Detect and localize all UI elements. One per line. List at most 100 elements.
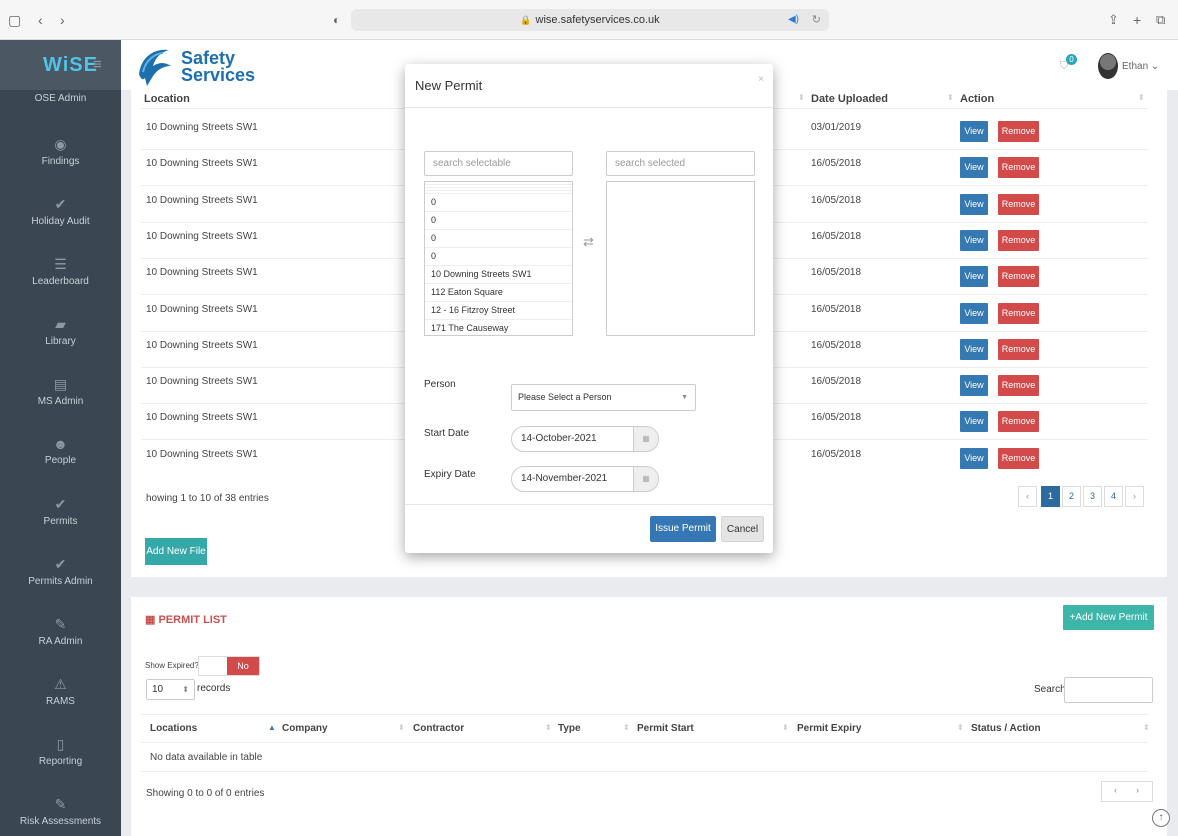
sort-icon[interactable]: ⬍: [398, 723, 405, 732]
sort-icon[interactable]: ⬍: [947, 93, 954, 102]
column-header-action[interactable]: Action: [960, 93, 994, 105]
list-item[interactable]: 0: [425, 212, 572, 230]
view-button[interactable]: View: [960, 230, 988, 251]
remove-button[interactable]: Remove: [998, 375, 1039, 396]
pager-prev[interactable]: ‹: [1018, 486, 1037, 507]
cancel-button[interactable]: Cancel: [721, 516, 764, 542]
remove-button[interactable]: Remove: [998, 448, 1039, 469]
calendar-icon[interactable]: ▦: [633, 427, 658, 451]
remove-button[interactable]: Remove: [998, 339, 1039, 360]
column-header-status-action[interactable]: Status / Action: [971, 723, 1041, 734]
forward-icon[interactable]: ›: [60, 12, 65, 28]
share-icon[interactable]: ⇪: [1108, 12, 1119, 28]
pager-page-3[interactable]: 3: [1083, 486, 1102, 507]
pager-page-2[interactable]: 2: [1062, 486, 1081, 507]
sidebar-item-ms-admin[interactable]: ▤ MS Admin: [0, 376, 121, 407]
list-item[interactable]: 0: [425, 230, 572, 248]
list-item[interactable]: 112 Eaton Square: [425, 284, 572, 302]
start-date-field[interactable]: 14-October-2021 ▦: [511, 426, 659, 452]
show-expired-toggle[interactable]: No: [198, 656, 260, 676]
sidebar-item-permits-admin[interactable]: ✔ Permits Admin: [0, 556, 121, 587]
shield-icon[interactable]: ◐: [333, 12, 340, 28]
view-button[interactable]: View: [960, 157, 988, 178]
column-header-contractor[interactable]: Contractor: [413, 723, 464, 734]
view-button[interactable]: View: [960, 339, 988, 360]
sort-icon[interactable]: ⬍: [1138, 93, 1145, 102]
sidebar-item-reporting[interactable]: ▯ Reporting: [0, 736, 121, 767]
list-item[interactable]: 10 Downing Streets SW1: [425, 266, 572, 284]
search-input[interactable]: [1064, 677, 1153, 703]
close-icon[interactable]: ×: [758, 74, 764, 85]
sort-icon[interactable]: ⬍: [623, 723, 630, 732]
sidebar-item-holiday-audit[interactable]: ✔ Holiday Audit: [0, 196, 121, 227]
reload-icon[interactable]: ↻: [812, 9, 821, 31]
pager-prev[interactable]: ‹: [1114, 785, 1117, 795]
sidebar-item-ose-admin[interactable]: OSE Admin: [0, 93, 121, 104]
search-selectable-input[interactable]: search selectable: [424, 151, 573, 176]
selected-list[interactable]: [606, 181, 755, 336]
notification-button[interactable]: ⛉ 0: [1060, 54, 1077, 72]
sort-icon[interactable]: ⬍: [545, 723, 552, 732]
sidebar-item-library[interactable]: ▰ Library: [0, 316, 121, 347]
selectable-list[interactable]: 0 0 0 0 10 Downing Streets SW1 112 Eaton…: [424, 181, 573, 336]
remove-button[interactable]: Remove: [998, 157, 1039, 178]
list-item[interactable]: 0: [425, 194, 572, 212]
scroll-to-top-icon[interactable]: ↑: [1152, 809, 1170, 827]
pager-next[interactable]: ›: [1125, 486, 1144, 507]
issue-permit-button[interactable]: Issue Permit: [650, 516, 716, 542]
search-selected-input[interactable]: search selected: [606, 151, 755, 176]
sort-icon[interactable]: ⬍: [957, 723, 964, 732]
sidebar-item-rams[interactable]: ⚠ RAMS: [0, 676, 121, 707]
list-item[interactable]: 12 - 16 Fitzroy Street: [425, 302, 572, 320]
column-header-permit-start[interactable]: Permit Start: [637, 723, 694, 734]
sort-icon[interactable]: ⬍: [798, 93, 805, 102]
sidebar-item-people[interactable]: ☻ People: [0, 436, 121, 466]
back-icon[interactable]: ‹: [38, 12, 43, 28]
pager-page-1[interactable]: 1: [1041, 486, 1060, 507]
column-header-location[interactable]: Location: [144, 93, 190, 105]
new-tab-icon[interactable]: +: [1133, 12, 1141, 28]
column-header-company[interactable]: Company: [282, 723, 328, 734]
remove-button[interactable]: Remove: [998, 230, 1039, 251]
sidebar-icon[interactable]: ▢: [8, 12, 21, 28]
view-button[interactable]: View: [960, 411, 988, 432]
sidebar-item-leaderboard[interactable]: ☰ Leaderboard: [0, 256, 121, 287]
remove-button[interactable]: Remove: [998, 266, 1039, 287]
records-per-page-select[interactable]: 10 ⬍: [146, 679, 195, 700]
list-item[interactable]: 0: [425, 248, 572, 266]
view-button[interactable]: View: [960, 448, 988, 469]
expiry-date-field[interactable]: 14-November-2021 ▦: [511, 466, 659, 492]
pager-page-4[interactable]: 4: [1104, 486, 1123, 507]
remove-button[interactable]: Remove: [998, 194, 1039, 215]
speaker-icon[interactable]: ◀): [788, 9, 799, 31]
view-button[interactable]: View: [960, 121, 988, 142]
view-button[interactable]: View: [960, 266, 988, 287]
person-select[interactable]: Please Select a Person ▼: [511, 384, 696, 411]
sidebar-item-ra-admin[interactable]: ✎ RA Admin: [0, 616, 121, 647]
add-new-permit-button[interactable]: +Add New Permit: [1063, 605, 1154, 630]
view-button[interactable]: View: [960, 303, 988, 324]
list-item[interactable]: 171 The Causeway: [425, 320, 572, 335]
column-header-type[interactable]: Type: [558, 723, 581, 734]
sort-icon[interactable]: ⬍: [1143, 723, 1150, 732]
pager-next[interactable]: ›: [1136, 785, 1139, 795]
address-bar[interactable]: 🔒 wise.safetyservices.co.uk ◀) ↻: [351, 9, 829, 31]
remove-button[interactable]: Remove: [998, 411, 1039, 432]
sidebar-item-findings[interactable]: ◉ Findings: [0, 136, 121, 167]
calendar-icon[interactable]: ▦: [633, 467, 658, 491]
column-header-locations[interactable]: Locations: [150, 723, 197, 734]
column-header-permit-expiry[interactable]: Permit Expiry: [797, 723, 861, 734]
wise-logo[interactable]: WiSE: [43, 54, 98, 77]
remove-button[interactable]: Remove: [998, 303, 1039, 324]
sort-icon[interactable]: ⬍: [782, 723, 789, 732]
remove-button[interactable]: Remove: [998, 121, 1039, 142]
column-header-date[interactable]: Date Uploaded: [811, 93, 888, 105]
view-button[interactable]: View: [960, 375, 988, 396]
add-new-file-button[interactable]: Add New File: [145, 538, 207, 565]
tabs-icon[interactable]: ⧉: [1156, 12, 1165, 28]
sort-asc-icon[interactable]: ▲: [268, 723, 276, 732]
sidebar-item-permits[interactable]: ✔ Permits: [0, 496, 121, 527]
menu-icon[interactable]: ≡: [93, 56, 102, 73]
sidebar-item-risk-assessments[interactable]: ✎ Risk Assessments: [0, 796, 121, 827]
view-button[interactable]: View: [960, 194, 988, 215]
